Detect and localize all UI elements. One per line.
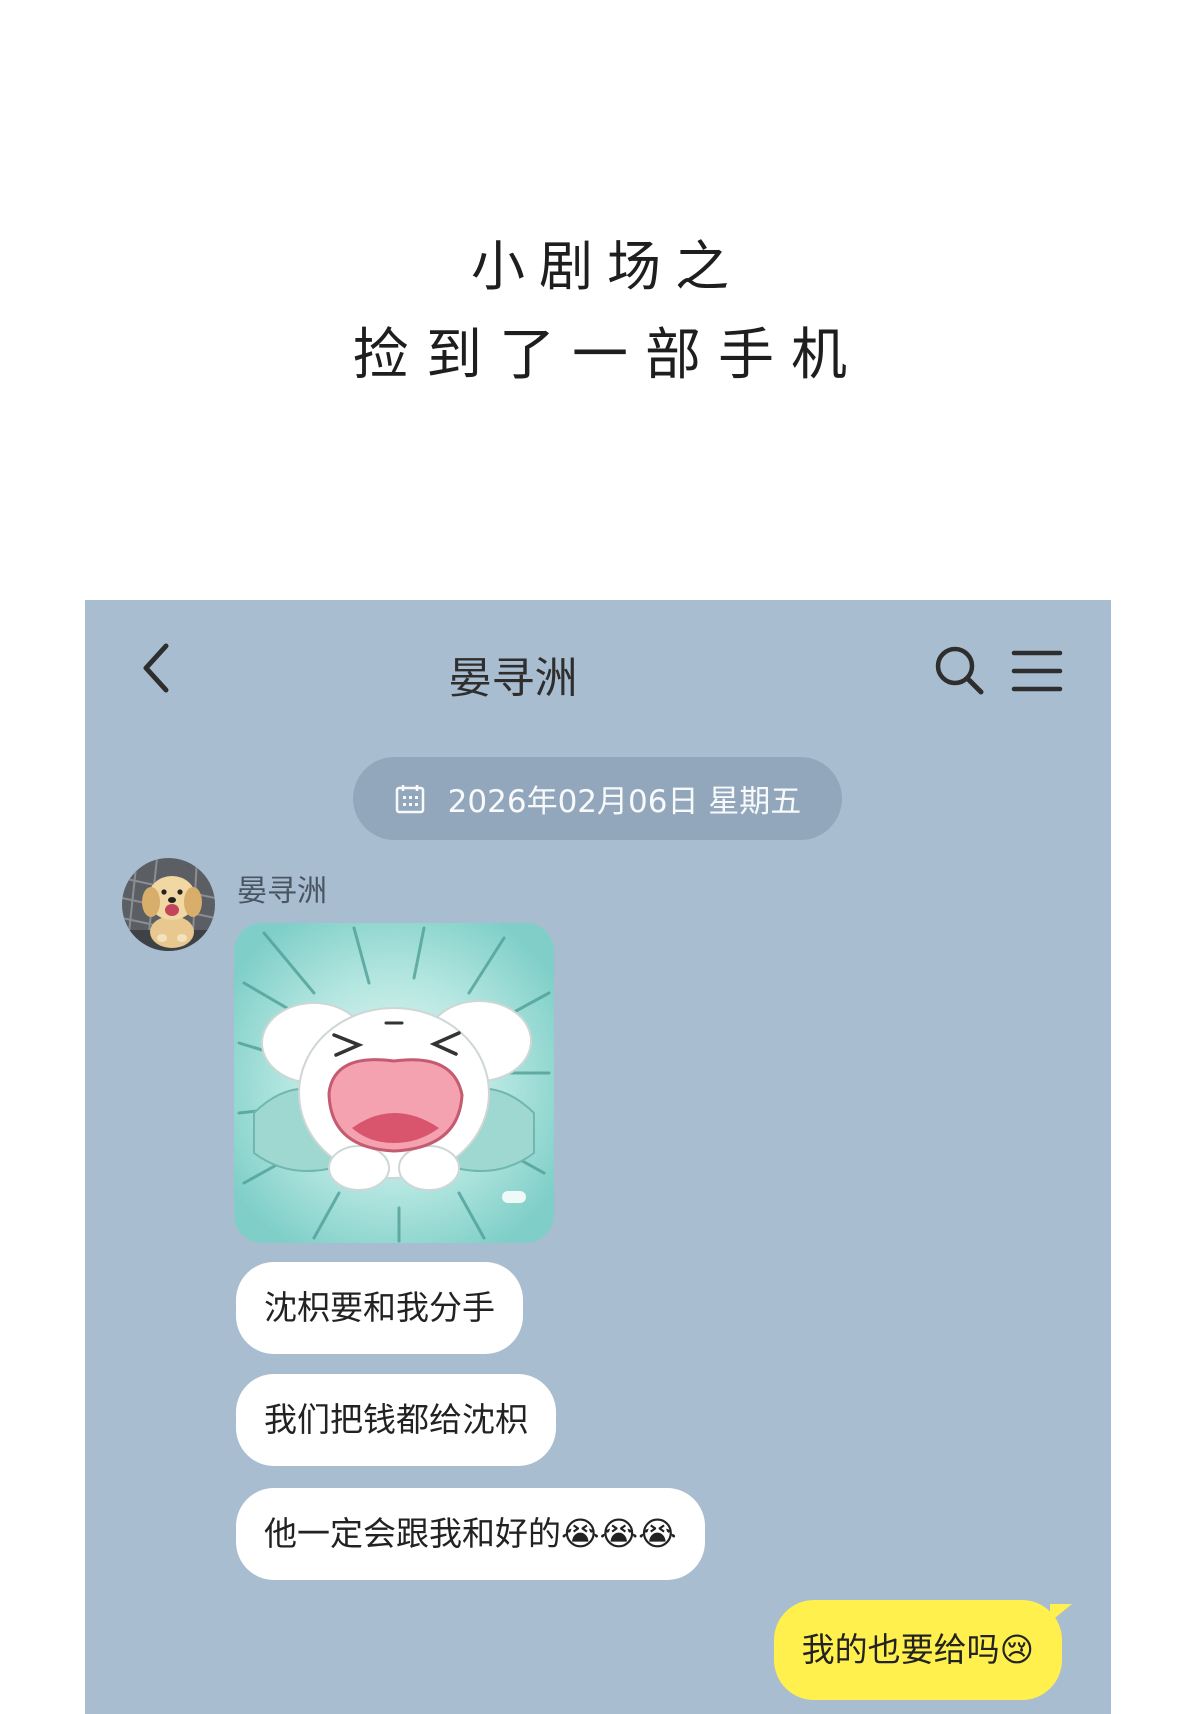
calendar-icon (395, 784, 424, 813)
menu-icon (1011, 650, 1063, 692)
incoming-message-bubble[interactable]: 我们把钱都给沈枳 (236, 1374, 556, 1466)
date-divider: 2026年02月06日 星期五 (353, 757, 842, 840)
search-icon (935, 646, 984, 695)
intro-title-line-1: 小剧场之 (471, 235, 743, 298)
sticker-message[interactable] (234, 923, 554, 1243)
search-button[interactable] (932, 643, 986, 697)
incoming-message-bubble[interactable]: 沈枳要和我分手 (236, 1262, 523, 1354)
contact-avatar[interactable] (122, 858, 215, 951)
contact-name: 晏寻洲 (237, 874, 327, 909)
intro-title-line-2: 捡到了一部手机 (353, 323, 864, 388)
date-text: 2026年02月06日 星期五 (447, 784, 802, 820)
puppy-photo-avatar (122, 858, 215, 951)
outgoing-message-bubble[interactable]: 我的也要给吗😢 (773, 1600, 1062, 1700)
menu-button[interactable] (1011, 648, 1063, 694)
chat-title: 晏寻洲 (448, 654, 578, 704)
crying-puppy-sticker (234, 923, 554, 1243)
incoming-message-bubble[interactable]: 他一定会跟我和好的😭😭😭 (236, 1488, 705, 1580)
